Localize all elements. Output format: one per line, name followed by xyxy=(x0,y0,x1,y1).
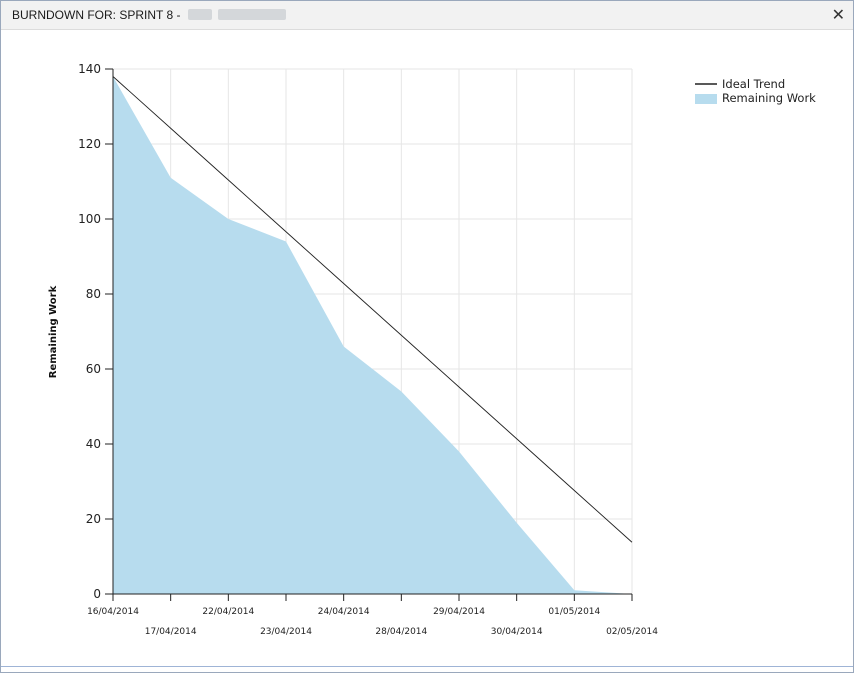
x-tick-label: 17/04/2014 xyxy=(145,627,197,637)
x-tick-label: 22/04/2014 xyxy=(202,607,254,617)
x-tick-label: 24/04/2014 xyxy=(318,607,370,617)
legend-ideal-trend-label: Ideal Trend xyxy=(722,77,785,91)
x-tick-label: 01/05/2014 xyxy=(548,607,600,617)
y-tick-label: 0 xyxy=(93,587,101,601)
x-tick-label: 30/04/2014 xyxy=(491,627,543,637)
legend-remaining-work-swatch xyxy=(695,94,717,104)
x-ticks: 16/04/2014 17/04/2014 22/04/2014 23/04/2014… xyxy=(87,594,658,637)
y-tick-label: 140 xyxy=(78,62,101,76)
x-tick-label: 29/04/2014 xyxy=(433,607,485,617)
x-tick-label: 16/04/2014 xyxy=(87,607,139,617)
y-tick-label: 100 xyxy=(78,212,101,226)
y-ticks: 0 20 40 60 80 100 120 140 xyxy=(78,62,113,601)
remaining-work-area xyxy=(113,76,632,594)
y-tick-label: 80 xyxy=(86,287,101,301)
burndown-chart: 0 20 40 60 80 100 120 140 16/04/2014 17/04/2014 2… xyxy=(48,62,816,637)
x-tick-label: 28/04/2014 xyxy=(375,627,427,637)
y-tick-label: 60 xyxy=(86,362,101,376)
y-tick-label: 40 xyxy=(86,437,101,451)
y-tick-label: 20 xyxy=(86,512,101,526)
y-axis-label: Remaining Work xyxy=(48,285,59,378)
legend: Ideal Trend Remaining Work xyxy=(695,77,816,105)
legend-remaining-work-label: Remaining Work xyxy=(722,91,816,105)
y-tick-label: 120 xyxy=(78,137,101,151)
x-tick-label: 23/04/2014 xyxy=(260,627,312,637)
x-tick-label: 02/05/2014 xyxy=(606,627,658,637)
